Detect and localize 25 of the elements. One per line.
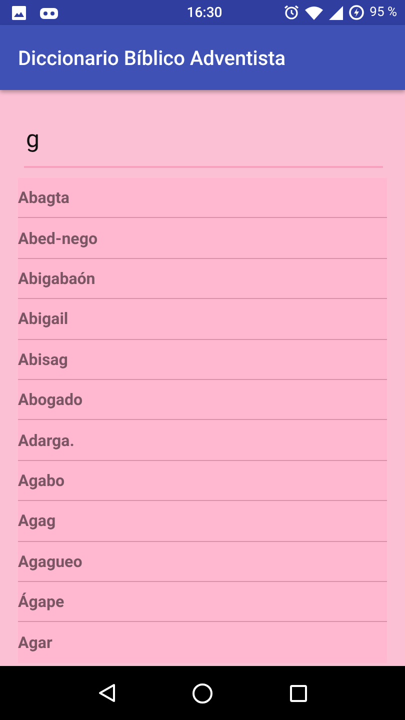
wifi-icon (304, 6, 323, 20)
result-item[interactable]: Agabo (18, 460, 387, 502)
result-item[interactable]: Abigabaón (18, 258, 387, 300)
robot-icon (40, 6, 58, 18)
result-item[interactable]: Abigail (18, 299, 387, 340)
home-icon[interactable] (192, 682, 214, 704)
app-title: Diccionario Bíblico Adventista (18, 46, 286, 70)
result-item[interactable]: Agar (18, 622, 387, 663)
back-icon[interactable] (98, 683, 116, 703)
signal-icon (328, 6, 343, 20)
result-item[interactable]: Ágape (18, 582, 387, 622)
alarm-icon (284, 5, 299, 20)
search-field[interactable]: g (24, 118, 383, 168)
battery-icon (348, 5, 364, 20)
image-icon (12, 6, 26, 20)
recents-icon[interactable] (290, 684, 307, 702)
result-item[interactable]: Abogado (18, 380, 387, 420)
battery-percent: 95 % (370, 5, 397, 20)
result-item[interactable]: Adarga. (18, 420, 387, 461)
status-time: 16:30 (186, 4, 222, 20)
result-item[interactable]: Abagta (18, 178, 387, 218)
result-item[interactable]: Agag (18, 501, 387, 542)
result-item[interactable]: Agagueo (18, 542, 387, 582)
result-item[interactable]: Abed-nego (18, 218, 387, 259)
result-item[interactable]: Abisag (18, 340, 387, 380)
